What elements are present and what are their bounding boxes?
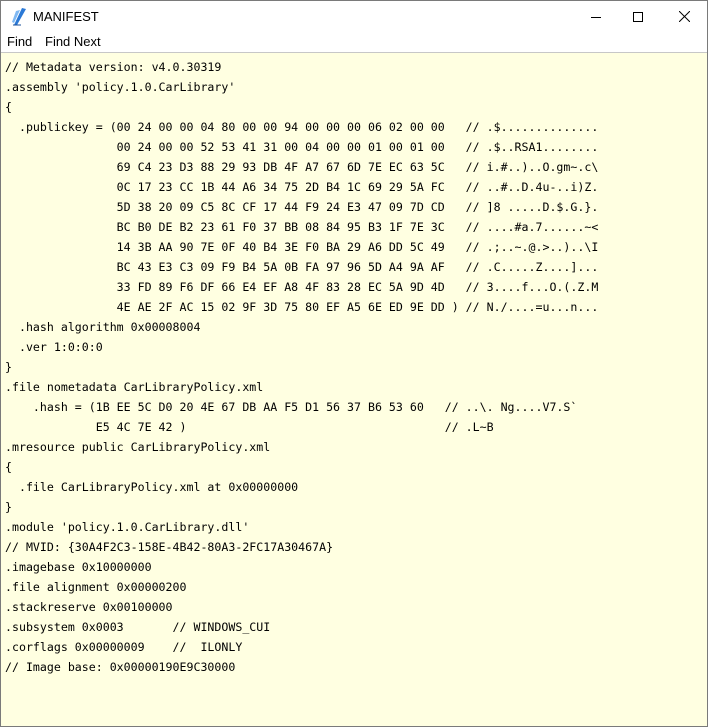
manifest-window: MANIFEST Find Find Next // Metadata vers… [0,0,708,727]
window-title: MANIFEST [33,9,99,24]
code-line: 14 3B AA 90 7E 0F 40 B4 3E F0 BA 29 A6 D… [5,240,599,254]
minimize-button[interactable] [573,1,619,32]
code-line: .imagebase 0x10000000 [5,560,152,574]
minimize-icon [591,16,601,18]
manifest-text-area[interactable]: // Metadata version: v4.0.30319 .assembly… [1,53,707,726]
code-line: 0C 17 23 CC 1B 44 A6 34 75 2D B4 1C 69 2… [5,180,599,194]
menu-find-next[interactable]: Find Next [45,34,101,49]
code-line: .publickey = (00 24 00 00 04 80 00 00 94… [5,120,599,134]
code-line: } [5,500,12,514]
code-line: .file alignment 0x00000200 [5,580,187,594]
code-line: .file nometadata CarLibraryPolicy.xml [5,380,264,394]
code-line: .hash = (1B EE 5C D0 20 4E 67 DB AA F5 D… [5,400,578,414]
title-bar[interactable]: MANIFEST [1,1,707,32]
code-line: // MVID: {30A4F2C3-158E-4B42-80A3-2FC17A… [5,540,334,554]
close-button[interactable] [661,1,707,32]
code-line: // Image base: 0x00000190E9C30000 [5,660,236,674]
code-line: .stackreserve 0x00100000 [5,600,173,614]
code-line: { [5,100,12,114]
menu-bar: Find Find Next [1,32,707,52]
maximize-button[interactable] [615,1,661,32]
maximize-icon [633,11,643,22]
code-line: .corflags 0x00000009 // ILONLY [5,640,243,654]
code-line: BC 43 E3 C3 09 F9 B4 5A 0B FA 97 96 5D A… [5,260,599,274]
code-line: E5 4C 7E 42 ) // .L~B [5,420,494,434]
code-line: 4E AE 2F AC 15 02 9F 3D 75 80 EF A5 6E E… [5,300,599,314]
code-line: 5D 38 20 09 C5 8C CF 17 44 F9 24 E3 47 0… [5,200,599,214]
code-line: .module 'policy.1.0.CarLibrary.dll' [5,520,250,534]
manifest-code: // Metadata version: v4.0.30319 .assembly… [5,57,598,677]
code-line: .mresource public CarLibraryPolicy.xml [5,440,271,454]
code-line: } [5,360,12,374]
code-line: 33 FD 89 F6 DF 66 E4 EF A8 4F 83 28 EC 5… [5,280,599,294]
ildasm-pen-icon [11,8,27,26]
code-line: .file CarLibraryPolicy.xml at 0x00000000 [5,480,299,494]
menu-find[interactable]: Find [7,34,32,49]
code-line: 69 C4 23 D3 88 29 93 DB 4F A7 67 6D 7E E… [5,160,599,174]
code-line: .hash algorithm 0x00008004 [5,320,201,334]
code-line: { [5,460,12,474]
code-line: // Metadata version: v4.0.30319 [5,60,222,74]
close-icon [678,11,690,22]
code-line: .subsystem 0x0003 // WINDOWS_CUI [5,620,271,634]
code-line: .ver 1:0:0:0 [5,340,103,354]
code-line: 00 24 00 00 52 53 41 31 00 04 00 00 01 0… [5,140,599,154]
code-line: .assembly 'policy.1.0.CarLibrary' [5,80,236,94]
code-line: BC B0 DE B2 23 61 F0 37 BB 08 84 95 B3 1… [5,220,599,234]
